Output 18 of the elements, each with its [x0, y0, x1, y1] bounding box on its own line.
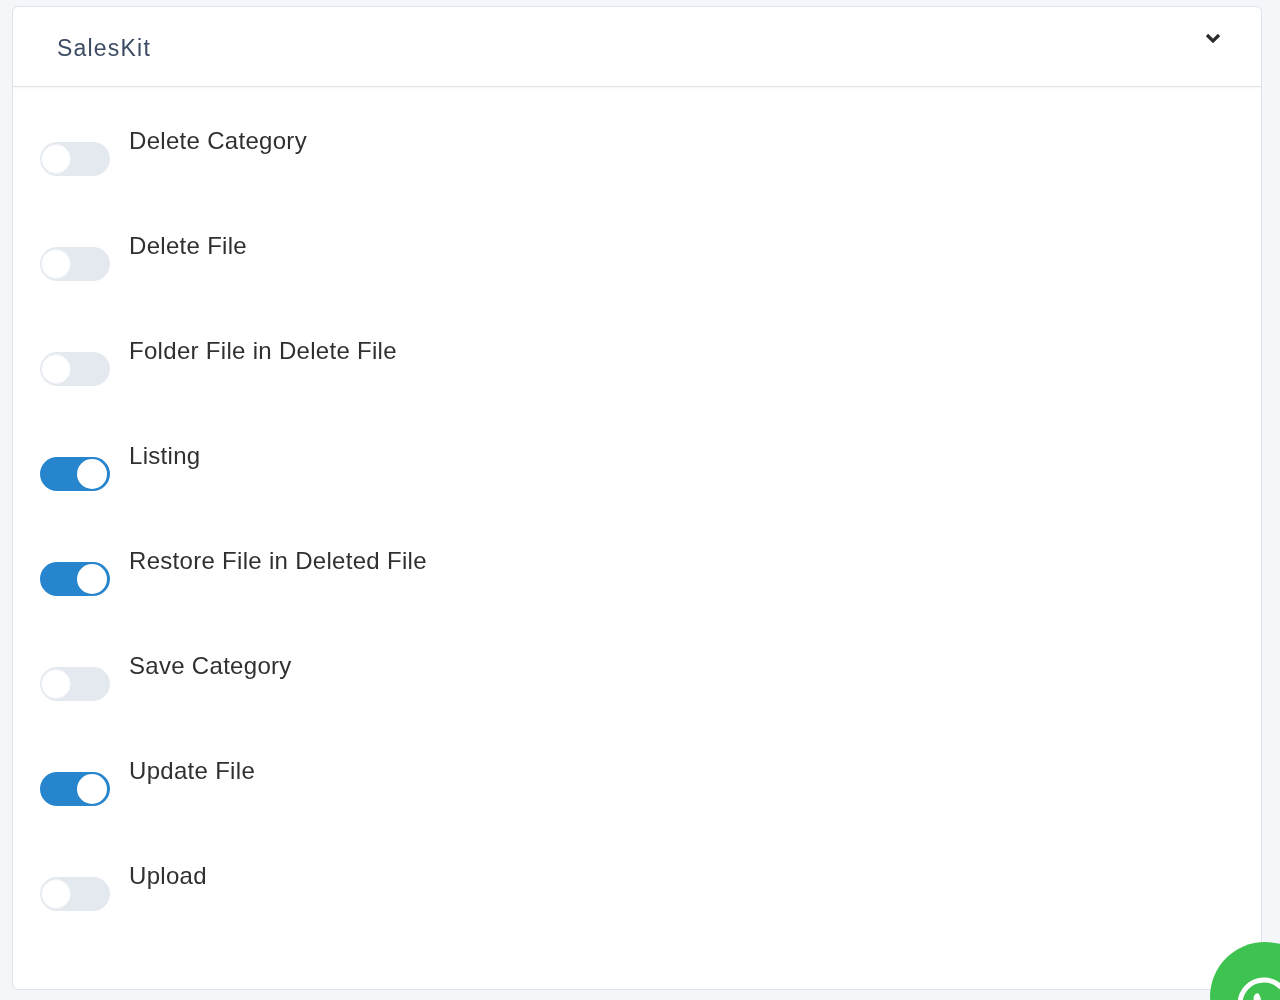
toggle-switch[interactable] — [40, 667, 110, 701]
permission-label: Delete File — [129, 232, 247, 260]
toggle-switch[interactable] — [40, 142, 110, 176]
chevron-down-icon[interactable] — [1205, 33, 1221, 44]
toggle-switch[interactable] — [40, 352, 110, 386]
toggle-switch[interactable] — [40, 457, 110, 491]
toggle-switch[interactable] — [40, 877, 110, 911]
toggle-switch[interactable] — [40, 562, 110, 596]
permission-label: Restore File in Deleted File — [129, 547, 427, 575]
toggle-switch[interactable] — [40, 772, 110, 806]
panel-title: SalesKit — [57, 35, 151, 62]
permission-label: Save Category — [129, 652, 292, 680]
permission-label: Upload — [129, 862, 207, 890]
permission-label: Update File — [129, 757, 256, 785]
permission-label: Folder File in Delete File — [129, 337, 397, 365]
permission-label: Listing — [129, 442, 201, 470]
toggle-switch[interactable] — [40, 247, 110, 281]
permission-label: Delete Category — [129, 127, 307, 155]
